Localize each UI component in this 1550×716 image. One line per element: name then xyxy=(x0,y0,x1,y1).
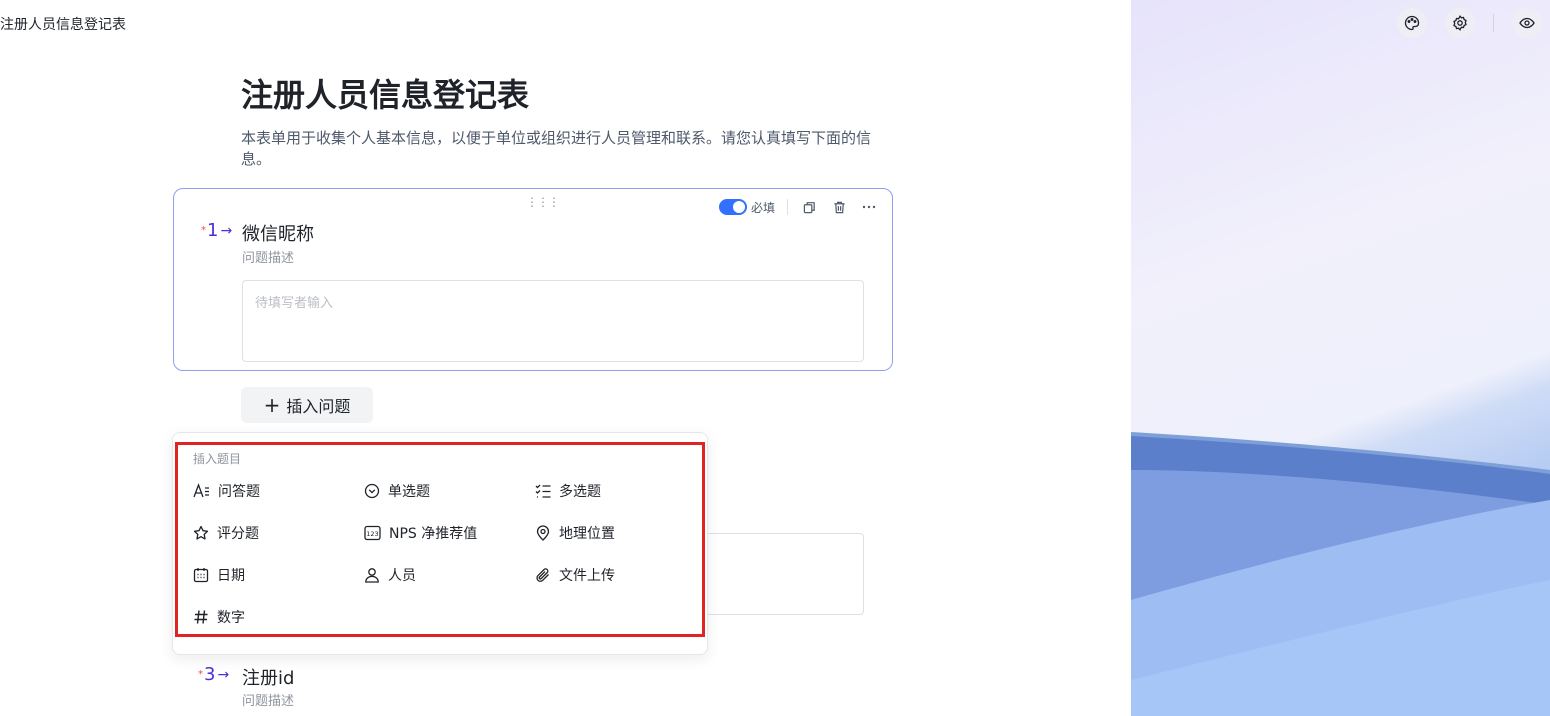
gear-icon xyxy=(1453,15,1467,31)
copy-icon[interactable] xyxy=(800,198,818,216)
nps-icon: 123 xyxy=(364,525,381,541)
hash-icon xyxy=(194,610,208,624)
actions-divider xyxy=(1493,14,1494,32)
required-toggle-group[interactable]: 必填 xyxy=(718,199,775,216)
menu-item-nps[interactable]: 123 NPS 净推荐值 xyxy=(364,523,477,543)
background-wave-illustration xyxy=(1131,432,1550,716)
palette-icon xyxy=(1404,15,1420,31)
menu-item-multi-choice[interactable]: 多选题 xyxy=(535,481,601,501)
answer-input[interactable]: 待填写者输入 xyxy=(242,280,864,362)
insert-question-button[interactable]: + 插入问题 xyxy=(241,387,373,423)
top-actions xyxy=(1397,8,1542,38)
text-answer-icon xyxy=(193,483,209,498)
preview-button[interactable] xyxy=(1512,8,1542,38)
required-label: 必填 xyxy=(750,200,775,215)
menu-header: 插入题目 xyxy=(193,452,242,466)
question-number: * 1 → xyxy=(201,220,233,241)
arrow-right-icon: → xyxy=(220,222,233,239)
insert-question-menu: 插入题目 问答题 单选题 多选题 评分题 123 NPS 净推荐值 地理位置 日… xyxy=(172,432,708,655)
theme-button[interactable] xyxy=(1397,8,1427,38)
star-icon xyxy=(193,525,209,540)
menu-item-single-choice[interactable]: 单选题 xyxy=(364,481,430,501)
menu-item-location[interactable]: 地理位置 xyxy=(535,523,615,543)
person-icon xyxy=(365,568,379,583)
insert-question-label: 插入问题 xyxy=(286,397,351,416)
menu-item-number[interactable]: 数字 xyxy=(193,607,245,627)
question-toolbar: 必填 xyxy=(718,198,878,216)
question-card-1[interactable]: ⋮⋮⋮ 必填 * 1 → 微信昵称 问题描述 待填写者输入 xyxy=(173,188,893,371)
settings-button[interactable] xyxy=(1445,8,1475,38)
menu-item-file-upload[interactable]: 文件上传 xyxy=(535,565,615,585)
single-choice-icon xyxy=(364,483,380,499)
theme-background-panel xyxy=(1131,0,1550,716)
menu-item-person[interactable]: 人员 xyxy=(364,565,416,585)
svg-text:123: 123 xyxy=(366,530,378,538)
trash-icon[interactable] xyxy=(830,198,848,216)
multi-choice-icon xyxy=(535,484,551,498)
arrow-right-icon: → xyxy=(217,666,230,683)
attachment-icon xyxy=(536,568,549,582)
question-3-title[interactable]: 注册id xyxy=(242,664,294,690)
drag-handle-icon[interactable]: ⋮⋮⋮ xyxy=(526,195,560,209)
plus-icon: + xyxy=(263,393,281,417)
question-3-number: * 3 → xyxy=(198,664,230,685)
form-title[interactable]: 注册人员信息登记表 xyxy=(241,70,529,116)
question-title[interactable]: 微信昵称 xyxy=(242,220,314,246)
location-icon xyxy=(536,525,550,541)
form-canvas: 注册人员信息登记表 本表单用于收集个人基本信息，以便于单位或组织进行人员管理和联… xyxy=(0,0,1131,716)
question-2-answer-input[interactable] xyxy=(706,533,864,615)
form-description[interactable]: 本表单用于收集个人基本信息，以便于单位或组织进行人员管理和联系。请您认真填写下面… xyxy=(241,128,881,170)
question-3-description[interactable]: 问题描述 xyxy=(242,690,294,709)
menu-item-text-answer[interactable]: 问答题 xyxy=(193,481,260,501)
menu-item-date[interactable]: 日期 xyxy=(193,565,245,585)
required-star-icon: * xyxy=(198,669,203,680)
required-star-icon: * xyxy=(201,225,206,236)
menu-item-rating[interactable]: 评分题 xyxy=(193,523,259,543)
required-toggle[interactable] xyxy=(718,199,747,215)
calendar-icon xyxy=(193,568,209,583)
more-icon[interactable] xyxy=(860,198,878,216)
toolbar-divider xyxy=(787,199,788,215)
question-description[interactable]: 问题描述 xyxy=(242,247,294,266)
eye-icon xyxy=(1519,17,1535,29)
